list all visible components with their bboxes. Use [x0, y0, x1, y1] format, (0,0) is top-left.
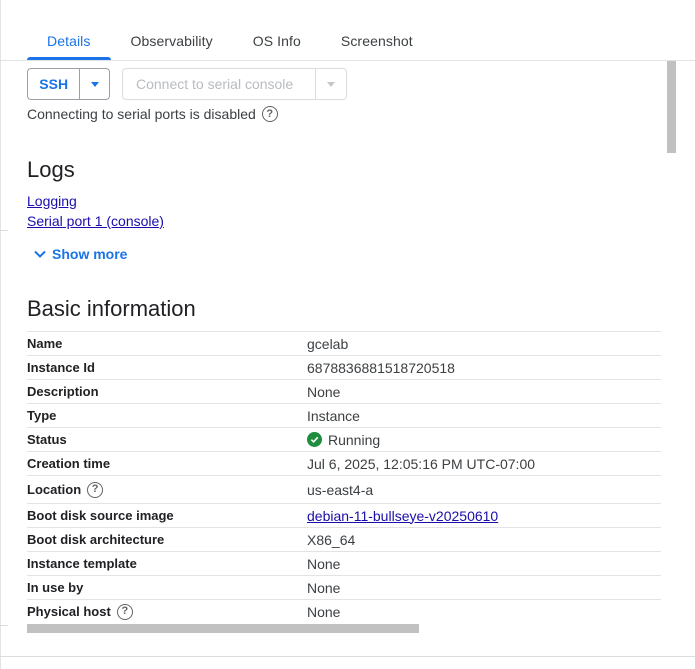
row-value: gcelab [307, 335, 349, 352]
show-more-button[interactable]: Show more [33, 244, 127, 264]
table-row: Type Instance [27, 403, 661, 427]
table-row: Location ? us-east4-a [27, 475, 661, 503]
tab-details[interactable]: Details [27, 22, 111, 60]
vertical-scrollbar-thumb[interactable] [667, 61, 676, 153]
row-key-with-help: Location ? [27, 481, 307, 498]
serial-port-1-link[interactable]: Serial port 1 (console) [27, 213, 164, 229]
row-key: Boot disk source image [27, 508, 174, 523]
table-row: Creation time Jul 6, 2025, 12:05:16 PM U… [27, 451, 661, 475]
row-key-with-help: Physical host ? [27, 603, 307, 620]
caret-down-icon [90, 81, 99, 87]
serial-disabled-note: Connecting to serial ports is disabled ? [27, 104, 278, 124]
row-key: Boot disk architecture [27, 532, 165, 547]
row-value: X86_64 [307, 531, 356, 548]
left-tick [0, 230, 8, 231]
row-value: None [307, 383, 341, 400]
row-value: None [307, 579, 341, 596]
row-value: debian-11-bullseye-v20250610 [307, 508, 498, 524]
serial-console-split-button: Connect to serial console [122, 68, 347, 100]
logs-heading: Logs [27, 157, 75, 182]
left-divider [0, 0, 1, 669]
tabs-divider [0, 60, 695, 61]
horizontal-scrollbar[interactable] [27, 624, 419, 633]
row-key: Instance Id [27, 360, 95, 375]
status-value: Running [307, 432, 380, 448]
logging-link[interactable]: Logging [27, 193, 77, 209]
row-value: us-east4-a [307, 481, 374, 498]
table-row: Physical host ? None [27, 599, 661, 623]
table-row: In use by None [27, 575, 661, 599]
tab-screenshot[interactable]: Screenshot [321, 22, 433, 60]
row-key: Status [27, 432, 67, 447]
vertical-scrollbar[interactable] [666, 60, 676, 620]
row-key: In use by [27, 580, 84, 595]
row-key: Instance template [27, 556, 137, 571]
row-value: None [307, 555, 341, 572]
row-value: 6878836881518720518 [307, 359, 455, 376]
tab-observability[interactable]: Observability [111, 22, 233, 60]
bottom-divider [0, 656, 695, 657]
status-text: Running [328, 431, 381, 448]
row-key: Name [27, 336, 63, 351]
row-key-label: Location [27, 482, 82, 497]
table-row: Description None [27, 379, 661, 403]
row-key-label: Physical host [27, 604, 111, 619]
row-value: None [307, 603, 341, 620]
caret-down-icon [327, 81, 336, 87]
tab-os-info[interactable]: OS Info [233, 22, 321, 60]
basic-information-heading: Basic information [27, 296, 196, 321]
row-key: Description [27, 384, 99, 399]
table-row: Status Running [27, 427, 661, 451]
row-value: Jul 6, 2025, 12:05:16 PM UTC-07:00 [307, 455, 536, 472]
row-key: Creation time [27, 456, 111, 471]
help-icon[interactable]: ? [116, 603, 133, 620]
row-value: Instance [307, 407, 360, 424]
table-row: Instance template None [27, 551, 661, 575]
chevron-down-icon [34, 250, 46, 258]
help-icon[interactable]: ? [87, 481, 104, 498]
left-tick [0, 625, 8, 626]
ssh-split-button: SSH [27, 68, 110, 100]
table-row: Boot disk architecture X86_64 [27, 527, 661, 551]
row-key: Type [27, 408, 57, 423]
serial-console-dropdown-button[interactable] [315, 69, 346, 99]
table-row: Boot disk source image debian-11-bullsey… [27, 503, 661, 527]
show-more-label: Show more [52, 246, 128, 262]
table-row: Name gcelab [27, 331, 661, 355]
basic-info-table: Name gcelab Instance Id 6878836881518720… [27, 331, 661, 623]
ssh-button[interactable]: SSH [28, 69, 79, 99]
connect-serial-console-button[interactable]: Connect to serial console [123, 69, 315, 99]
check-circle-icon [307, 432, 322, 447]
boot-disk-image-link[interactable]: debian-11-bullseye-v20250610 [307, 508, 498, 524]
help-icon[interactable]: ? [261, 106, 278, 122]
tab-bar: Details Observability OS Info Screenshot [27, 22, 433, 60]
serial-note-text: Connecting to serial ports is disabled [27, 106, 256, 122]
ssh-dropdown-button[interactable] [79, 69, 109, 99]
table-row: Instance Id 6878836881518720518 [27, 355, 661, 379]
